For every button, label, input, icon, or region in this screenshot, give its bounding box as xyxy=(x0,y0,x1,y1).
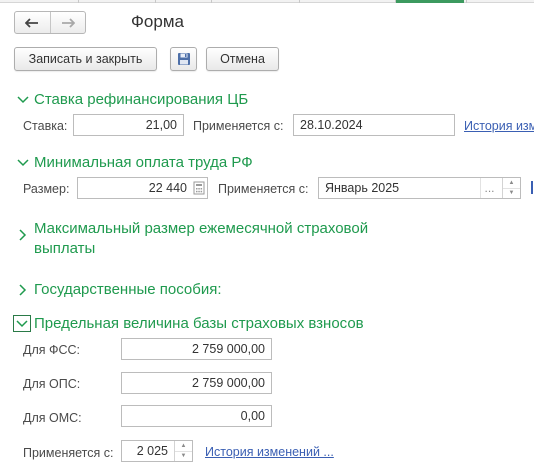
section-mrot-header[interactable]: Минимальная оплата труда РФ xyxy=(15,154,253,171)
spin-down-icon[interactable]: ▼ xyxy=(503,187,520,199)
arrow-right-icon xyxy=(61,17,75,28)
rate-applies-label: Применяется с: xyxy=(193,119,284,133)
save-button[interactable] xyxy=(170,47,197,71)
navigation-buttons xyxy=(14,11,86,34)
section-max-insurance-title-line2: выплаты xyxy=(34,240,96,257)
mrot-size-value: 22 440 xyxy=(148,181,187,195)
rate-label: Ставка: xyxy=(23,119,68,133)
section-state-benefits-header[interactable]: Государственные пособия: xyxy=(15,281,222,298)
fss-label: Для ФСС: xyxy=(23,343,81,357)
base-applies-label: Применяется с: xyxy=(23,446,114,460)
section-refinancing-header[interactable]: Ставка рефинансирования ЦБ xyxy=(15,91,248,108)
oms-input[interactable]: 0,00 xyxy=(121,405,272,427)
fss-input[interactable]: 2 759 000,00 xyxy=(121,338,272,360)
ops-label: Для ОПС: xyxy=(23,377,81,391)
cancel-button[interactable]: Отмена xyxy=(206,47,279,71)
year-value: 2 025 xyxy=(136,444,168,458)
chevron-down-icon xyxy=(15,155,31,171)
base-history-link[interactable]: История изменений ... xyxy=(205,445,334,459)
section-contribution-base-title: Предельная величина базы страховых взнос… xyxy=(34,315,364,332)
section-max-insurance-header[interactable]: Максимальный размер ежемесячной страхово… xyxy=(15,219,368,259)
section-max-insurance-title: Максимальный размер ежемесячной страхово… xyxy=(34,219,368,259)
chevron-down-icon xyxy=(13,315,31,332)
oms-label: Для ОМС: xyxy=(23,411,82,425)
active-tab-indicator[interactable] xyxy=(396,0,464,3)
mrot-applies-label: Применяется с: xyxy=(218,182,309,196)
chevron-down-icon xyxy=(15,92,31,108)
select-button[interactable]: ... xyxy=(480,178,498,198)
rate-input[interactable]: 21,00 xyxy=(73,114,184,136)
calculator-icon[interactable] xyxy=(193,181,205,195)
floppy-disk-icon xyxy=(177,53,190,65)
arrow-left-icon xyxy=(25,17,39,28)
mrot-month-input[interactable]: Январь 2025 ... ▲ ▼ xyxy=(318,177,521,199)
month-spinner[interactable]: ▲ ▼ xyxy=(502,178,520,198)
back-button[interactable] xyxy=(15,12,50,33)
year-spinner[interactable]: ▲ ▼ xyxy=(174,441,192,461)
mrot-month-value: Январь 2025 xyxy=(325,181,400,195)
rate-history-link[interactable]: История изм xyxy=(464,119,534,133)
section-contribution-base-header[interactable]: Предельная величина базы страховых взнос… xyxy=(13,315,364,332)
section-refinancing-title: Ставка рефинансирования ЦБ xyxy=(34,91,249,108)
mrot-size-input[interactable]: 22 440 xyxy=(77,177,208,199)
section-state-benefits-title: Государственные пособия: xyxy=(34,281,222,298)
section-max-insurance-title-line1: Максимальный размер ежемесячной страхово… xyxy=(34,220,369,237)
ops-input[interactable]: 2 759 000,00 xyxy=(121,372,272,394)
section-mrot-title: Минимальная оплата труда РФ xyxy=(34,154,253,171)
forward-button[interactable] xyxy=(49,12,86,33)
year-input[interactable]: 2 025 ▲ ▼ xyxy=(121,440,193,462)
spin-up-icon[interactable]: ▲ xyxy=(503,178,520,188)
rate-applies-date-input[interactable]: 28.10.2024 xyxy=(293,114,455,136)
spin-down-icon[interactable]: ▼ xyxy=(175,450,192,462)
mrot-size-label: Размер: xyxy=(23,182,70,196)
chevron-right-icon xyxy=(15,282,31,298)
chevron-right-icon xyxy=(15,227,31,243)
tab-strip xyxy=(0,0,534,3)
spin-up-icon[interactable]: ▲ xyxy=(175,441,192,451)
save-and-close-button[interactable]: Записать и закрыть xyxy=(14,47,157,71)
form-title: Форма xyxy=(131,12,184,31)
mrot-history-link[interactable] xyxy=(531,181,533,194)
